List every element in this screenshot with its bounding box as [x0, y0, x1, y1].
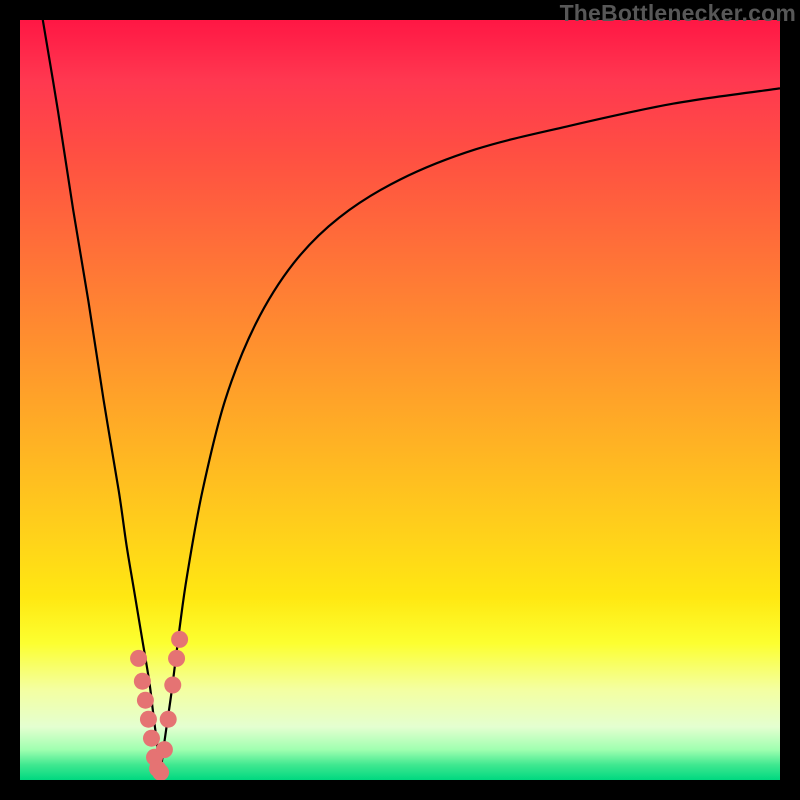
marker-dot [130, 650, 147, 667]
marker-dot [171, 631, 188, 648]
marker-dot [168, 650, 185, 667]
marker-cluster [130, 631, 188, 780]
marker-dot [164, 677, 181, 694]
marker-dot [134, 673, 151, 690]
marker-dot [140, 711, 157, 728]
chart-svg [20, 20, 780, 780]
chart-frame: TheBottlenecker.com [0, 0, 800, 800]
watermark-text: TheBottlenecker.com [560, 0, 796, 27]
marker-dot [160, 711, 177, 728]
marker-dot [156, 741, 173, 758]
marker-dot [137, 692, 154, 709]
curve-right-branch [161, 88, 780, 772]
marker-dot [143, 730, 160, 747]
plot-area [20, 20, 780, 780]
